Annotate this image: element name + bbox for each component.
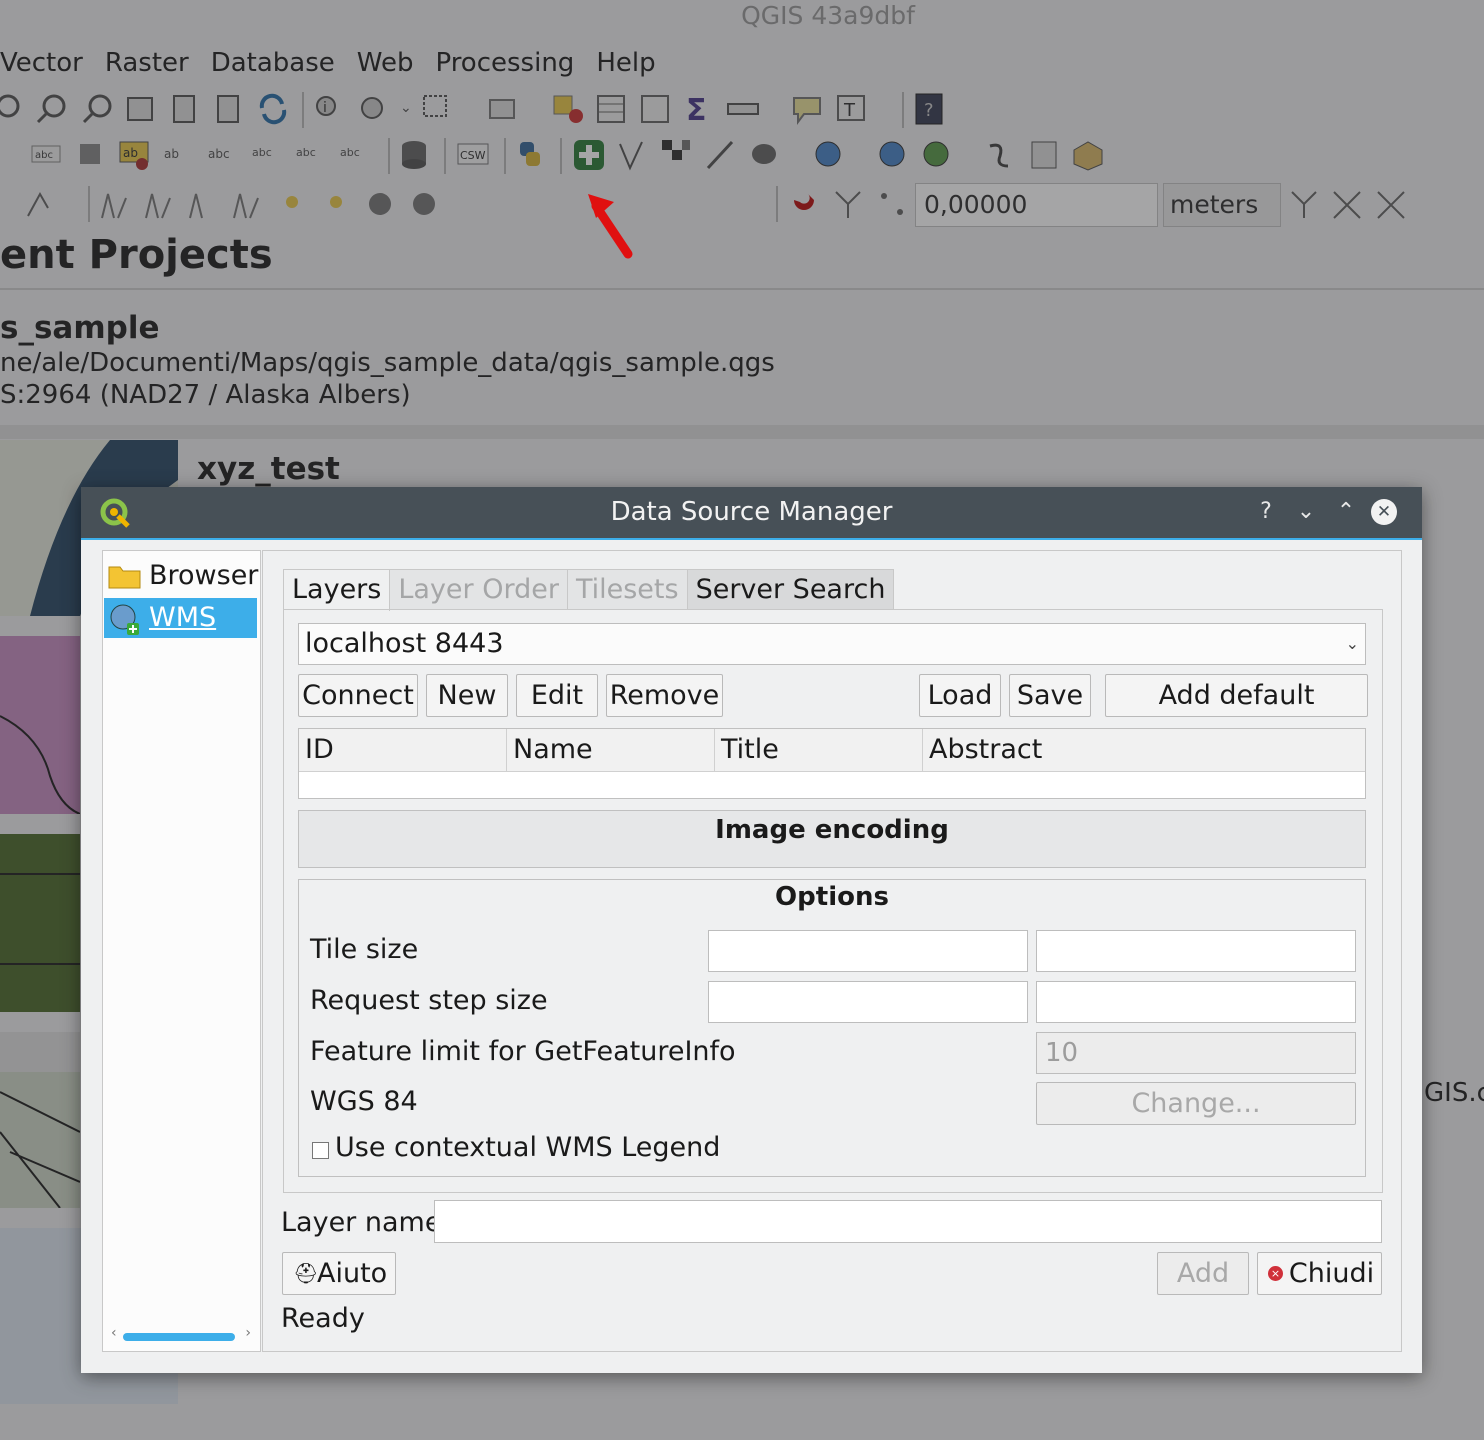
provider-sidebar: Browser WMS ‹ ›: [102, 550, 261, 1352]
close-dialog-button[interactable]: × Chiudi: [1257, 1252, 1382, 1295]
connect-button[interactable]: Connect: [298, 674, 418, 717]
layer-name-input[interactable]: [434, 1200, 1382, 1243]
edit-button[interactable]: Edit: [516, 674, 598, 717]
layer-name-label: Layer name: [281, 1207, 442, 1238]
tile-size-label: Tile size: [310, 934, 419, 965]
tab-server-search[interactable]: Server Search: [686, 569, 895, 609]
crs-label: WGS 84: [310, 1086, 418, 1117]
contextual-legend-label[interactable]: Use contextual WMS Legend: [335, 1132, 720, 1163]
request-step-size-label: Request step size: [310, 985, 548, 1016]
column-header-id[interactable]: ID: [299, 729, 507, 771]
tab-layers[interactable]: Layers: [283, 569, 391, 611]
scrollbar-thumb[interactable]: [123, 1333, 235, 1341]
status-label: Ready: [281, 1303, 365, 1334]
step-width-input[interactable]: [708, 981, 1028, 1023]
layers-tab-content: localhost 8443 ⌄ Connect New Edit Remove…: [283, 609, 1383, 1193]
sidebar-item-browser[interactable]: Browser: [104, 556, 259, 596]
sidebar-item-wms[interactable]: WMS: [104, 598, 257, 638]
image-encoding-title: Image encoding: [715, 815, 949, 845]
close-circle-icon: ×: [1268, 1266, 1283, 1281]
tile-width-input[interactable]: [708, 930, 1028, 972]
tab-bar: Layers Layer Order Tilesets Server Searc…: [283, 569, 895, 611]
connection-select[interactable]: localhost 8443 ⌄: [298, 623, 1366, 665]
sidebar-scrollbar[interactable]: ‹ ›: [111, 1325, 251, 1343]
options-title: Options: [775, 882, 889, 912]
column-header-title[interactable]: Title: [715, 729, 923, 771]
add-button[interactable]: Add: [1157, 1252, 1249, 1295]
dialog-title: Data Source Manager: [610, 497, 893, 527]
data-source-manager-dialog: Data Source Manager ? ⌄ ⌃ ✕ Browser WMS …: [81, 487, 1422, 1373]
help-button[interactable]: ⛑ Aiuto: [282, 1252, 396, 1295]
lifebuoy-icon: ⛑: [293, 1261, 319, 1285]
scroll-left-icon[interactable]: ‹: [111, 1325, 117, 1341]
wms-globe-icon: [110, 604, 139, 635]
chevron-down-icon: ⌄: [1345, 634, 1359, 653]
new-button[interactable]: New: [426, 674, 508, 717]
layers-table[interactable]: ID Name Title Abstract: [298, 728, 1366, 799]
folder-icon: [108, 566, 141, 589]
feature-limit-label: Feature limit for GetFeatureInfo: [310, 1036, 736, 1067]
close-button[interactable]: ✕: [1371, 499, 1397, 525]
image-encoding-group: Image encoding: [298, 810, 1366, 868]
help-titlebar-button[interactable]: ?: [1251, 497, 1281, 527]
change-crs-button[interactable]: Change...: [1036, 1082, 1356, 1125]
contextual-legend-checkbox[interactable]: [312, 1142, 329, 1159]
tab-tilesets[interactable]: Tilesets: [566, 569, 688, 609]
tile-height-input[interactable]: [1036, 930, 1356, 972]
add-default-servers-button[interactable]: Add default servers: [1105, 674, 1368, 752]
red-arrow-annotation-icon: [588, 194, 633, 259]
scroll-right-icon[interactable]: ›: [245, 1325, 251, 1341]
maximize-button[interactable]: ⌃: [1331, 497, 1361, 527]
minimize-button[interactable]: ⌄: [1291, 497, 1321, 527]
column-header-abstract[interactable]: Abstract: [923, 729, 1365, 771]
sidebar-item-label: Browser: [149, 560, 259, 591]
save-button[interactable]: Save: [1009, 674, 1091, 717]
remove-button[interactable]: Remove: [606, 674, 723, 717]
step-height-input[interactable]: [1036, 981, 1356, 1023]
column-header-name[interactable]: Name: [507, 729, 715, 771]
sidebar-item-label: WMS: [149, 602, 217, 633]
options-group: Options Tile size Request step size Feat…: [298, 879, 1366, 1177]
feature-limit-input[interactable]: 10: [1036, 1032, 1356, 1074]
table-header: ID Name Title Abstract: [299, 729, 1365, 772]
dialog-titlebar[interactable]: Data Source Manager ? ⌄ ⌃ ✕: [81, 487, 1422, 540]
load-button[interactable]: Load: [919, 674, 1001, 717]
tab-layer-order[interactable]: Layer Order: [389, 569, 568, 609]
